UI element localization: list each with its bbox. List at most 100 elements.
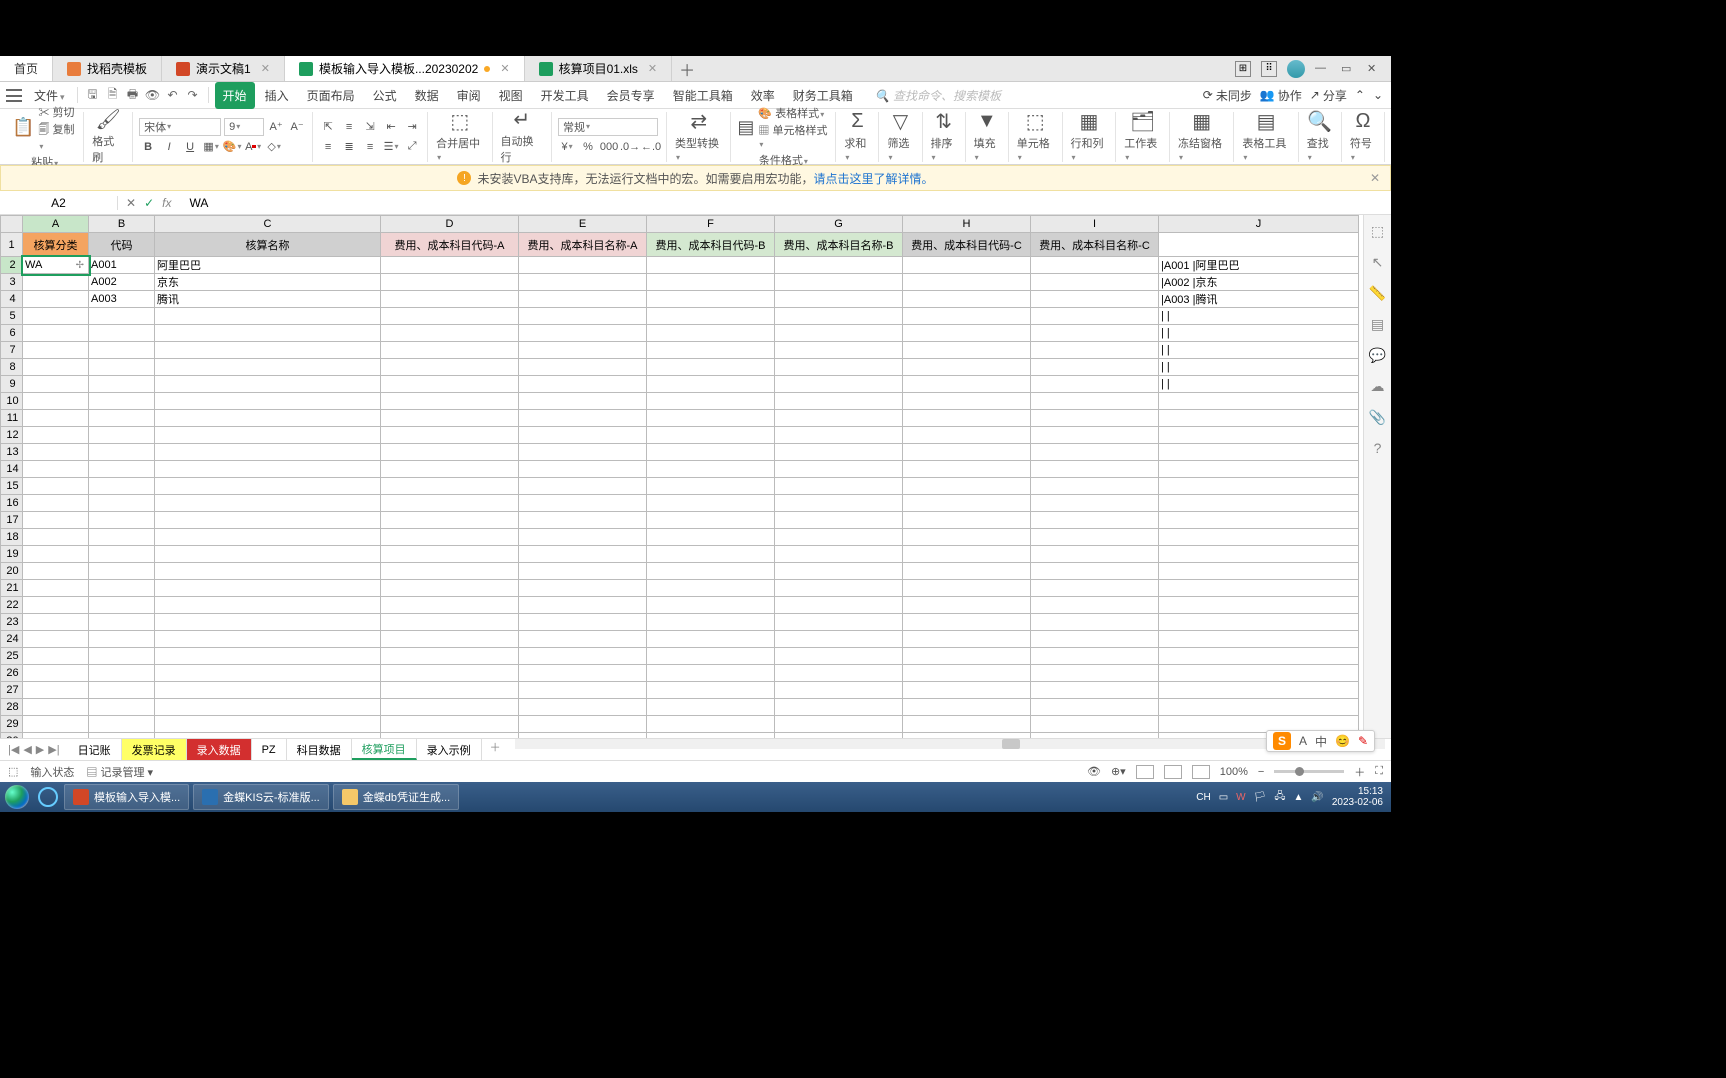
cell[interactable]: [775, 274, 903, 291]
row-header[interactable]: 3: [1, 274, 23, 291]
cell[interactable]: [519, 614, 647, 631]
zoom-in-icon[interactable]: ＋: [1354, 764, 1365, 780]
cell[interactable]: [903, 512, 1031, 529]
cell[interactable]: [1159, 410, 1359, 427]
row-header[interactable]: 8: [1, 359, 23, 376]
sheet-tab[interactable]: 科目数据: [287, 739, 352, 760]
select-icon[interactable]: ⬚: [1371, 223, 1384, 240]
cell[interactable]: [775, 342, 903, 359]
cell[interactable]: [23, 631, 89, 648]
row-header[interactable]: 9: [1, 376, 23, 393]
row-header[interactable]: 6: [1, 325, 23, 342]
col-header[interactable]: H: [903, 216, 1031, 233]
cell[interactable]: [1159, 546, 1359, 563]
cell[interactable]: [519, 580, 647, 597]
menu-tab-vip[interactable]: 会员专享: [599, 82, 663, 109]
cell[interactable]: [647, 427, 775, 444]
cell[interactable]: [903, 325, 1031, 342]
menu-tab-insert[interactable]: 插入: [257, 82, 297, 109]
orient-icon[interactable]: ⤢: [403, 138, 421, 156]
cell[interactable]: [89, 342, 155, 359]
cell[interactable]: [23, 716, 89, 733]
cell[interactable]: [155, 342, 381, 359]
cell[interactable]: [381, 325, 519, 342]
add-sheet-button[interactable]: ＋: [482, 739, 509, 760]
cell[interactable]: A003: [89, 291, 155, 308]
cell[interactable]: [775, 495, 903, 512]
cell[interactable]: [775, 648, 903, 665]
cell[interactable]: [519, 512, 647, 529]
start-button[interactable]: [0, 782, 34, 812]
cell[interactable]: [23, 699, 89, 716]
col-header[interactable]: G: [775, 216, 903, 233]
cell[interactable]: [381, 614, 519, 631]
cell[interactable]: [775, 665, 903, 682]
cell[interactable]: [903, 427, 1031, 444]
cell[interactable]: [23, 291, 89, 308]
sheet-tab[interactable]: 录入示例: [417, 739, 482, 760]
cell[interactable]: [1031, 444, 1159, 461]
cell[interactable]: [89, 512, 155, 529]
cell[interactable]: [1159, 495, 1359, 512]
cell[interactable]: [903, 580, 1031, 597]
cell[interactable]: [89, 393, 155, 410]
fx-icon[interactable]: fx: [162, 196, 171, 210]
comma-icon[interactable]: 000: [600, 138, 618, 156]
fullscreen-icon[interactable]: ⛶: [1375, 765, 1383, 778]
col-header[interactable]: D: [381, 216, 519, 233]
cell[interactable]: [647, 478, 775, 495]
cell[interactable]: [903, 376, 1031, 393]
cell[interactable]: [775, 478, 903, 495]
cell[interactable]: [89, 648, 155, 665]
cell[interactable]: [1159, 512, 1359, 529]
header-cell[interactable]: 费用、成本科目代码-A: [381, 233, 519, 257]
row-header[interactable]: 22: [1, 597, 23, 614]
cell[interactable]: [775, 529, 903, 546]
cell[interactable]: [23, 325, 89, 342]
cell[interactable]: [89, 631, 155, 648]
view-break-icon[interactable]: [1192, 765, 1210, 779]
row-header[interactable]: 27: [1, 682, 23, 699]
cell[interactable]: [903, 563, 1031, 580]
menu-tab-review[interactable]: 审阅: [449, 82, 489, 109]
cell[interactable]: [903, 393, 1031, 410]
target-icon[interactable]: ⊕▾: [1111, 765, 1126, 778]
cell[interactable]: [155, 359, 381, 376]
cell[interactable]: [155, 325, 381, 342]
taskbar-app-folder[interactable]: 金蝶db凭证生成...: [333, 784, 459, 810]
sum-label[interactable]: 求和: [844, 135, 870, 163]
ime-skin-icon[interactable]: ✎: [1358, 734, 1368, 748]
cell[interactable]: | |: [1159, 376, 1359, 393]
cell[interactable]: [1031, 325, 1159, 342]
cell[interactable]: [903, 461, 1031, 478]
cell[interactable]: [1159, 631, 1359, 648]
cell[interactable]: [89, 325, 155, 342]
cell[interactable]: [519, 631, 647, 648]
tray-vol-icon[interactable]: 🔊: [1311, 792, 1323, 803]
cell[interactable]: [155, 682, 381, 699]
cell[interactable]: [647, 597, 775, 614]
sync-status[interactable]: ⟳ 未同步: [1203, 87, 1252, 104]
row-header[interactable]: 29: [1, 716, 23, 733]
cell[interactable]: [647, 410, 775, 427]
menu-tab-view[interactable]: 视图: [491, 82, 531, 109]
tblstyle-button[interactable]: 🎨 表格样式: [758, 105, 829, 121]
cell[interactable]: [647, 495, 775, 512]
align-center-icon[interactable]: ≣: [340, 138, 358, 156]
col-header[interactable]: B: [89, 216, 155, 233]
cut-button[interactable]: ✂ 剪切: [38, 104, 77, 120]
cell[interactable]: [903, 648, 1031, 665]
cell[interactable]: [1159, 444, 1359, 461]
coop-button[interactable]: 👥 协作: [1260, 87, 1302, 104]
cell[interactable]: [519, 444, 647, 461]
cell[interactable]: [23, 563, 89, 580]
cell[interactable]: [647, 274, 775, 291]
copy-button[interactable]: 🗐 复制: [38, 121, 77, 152]
cell[interactable]: [155, 495, 381, 512]
cell[interactable]: [1159, 665, 1359, 682]
cell[interactable]: [155, 410, 381, 427]
cell[interactable]: [1031, 682, 1159, 699]
cell[interactable]: [647, 580, 775, 597]
italic-button[interactable]: I: [160, 138, 178, 156]
cell[interactable]: [155, 699, 381, 716]
